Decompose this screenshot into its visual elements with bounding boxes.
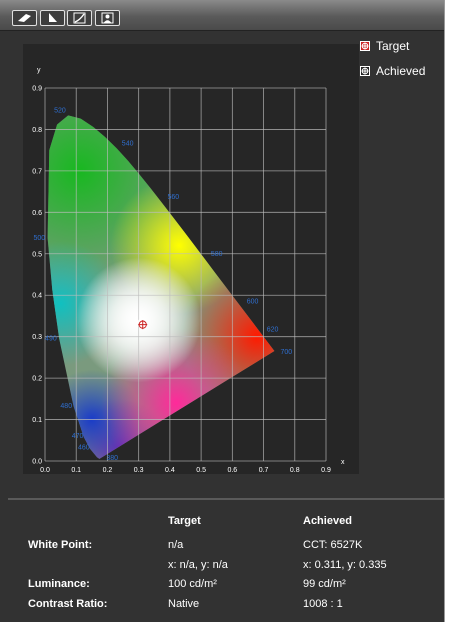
y-tick-label: 0.6 xyxy=(32,210,42,217)
eraser-tool-button[interactable] xyxy=(12,10,37,26)
legend-target: Target xyxy=(360,39,409,53)
white-point-target: n/a xyxy=(168,539,184,551)
toolbar xyxy=(0,0,444,31)
wavelength-label-490: 490 xyxy=(45,336,57,343)
y-tick-label: 0.8 xyxy=(32,127,42,134)
contrast-ratio-target: Native xyxy=(168,598,200,610)
wavelength-label-380: 380 xyxy=(106,455,118,462)
y-tick-label: 0.1 xyxy=(32,417,42,424)
row-label-white-point: White Point: xyxy=(28,539,93,551)
wavelength-label-500: 500 xyxy=(33,235,45,242)
x-tick-label: 0.7 xyxy=(259,467,269,474)
eraser-icon xyxy=(18,14,31,22)
wavelength-label-560: 560 xyxy=(167,194,179,201)
x-tick-label: 0.1 xyxy=(71,467,81,474)
y-axis-label: y xyxy=(37,67,41,74)
x-tick-label: 0.9 xyxy=(321,467,331,474)
x-tick-label: 0.4 xyxy=(165,467,175,474)
locus-white-core xyxy=(47,115,275,459)
wavelength-label-600: 600 xyxy=(247,298,259,305)
y-tick-label: 0.4 xyxy=(32,293,42,300)
contrast-ratio-achieved: 1008 : 1 xyxy=(303,598,343,610)
luminance-target: 100 cd/m² xyxy=(168,578,217,590)
x-tick-label: 0.3 xyxy=(134,467,144,474)
white-point-xy-achieved: x: 0.311, y: 0.335 xyxy=(303,559,387,571)
row-label-luminance: Luminance: xyxy=(28,578,90,590)
legend-achieved: Achieved xyxy=(360,64,425,78)
person-icon xyxy=(101,12,114,24)
wavelength-label-540: 540 xyxy=(122,141,134,148)
wavelength-label-460: 460 xyxy=(78,445,90,452)
y-tick-label: 0.7 xyxy=(32,168,42,175)
wavelength-label-520: 520 xyxy=(54,107,66,114)
curve-tool-button[interactable] xyxy=(67,10,92,26)
person-tool-button[interactable] xyxy=(95,10,120,26)
wavelength-label-480: 480 xyxy=(60,403,72,410)
wavelength-label-580: 580 xyxy=(211,251,223,258)
y-tick-label: 0.2 xyxy=(32,376,42,383)
section-divider xyxy=(8,498,444,500)
curve-icon xyxy=(73,12,86,24)
white-point-xy-target: x: n/a, y: n/a xyxy=(168,559,228,571)
x-tick-label: 0.2 xyxy=(103,467,113,474)
x-tick-label: 0.8 xyxy=(290,467,300,474)
wedge-icon xyxy=(49,13,57,22)
y-tick-label: 0.0 xyxy=(32,459,42,466)
column-header-achieved: Achieved xyxy=(303,515,352,527)
y-tick-label: 0.5 xyxy=(32,251,42,258)
chromaticity-chart: 0.0 0.1 0.2 0.3 0.4 0.5 0.6 0.7 0.8 0.9 0.0 0.1 0.2 0… xyxy=(32,67,345,474)
x-axis-label: x xyxy=(341,459,345,466)
y-tick-label: 0.9 xyxy=(32,86,42,93)
y-tick-label: 0.3 xyxy=(32,334,42,341)
spectral-locus-fill xyxy=(47,115,275,459)
x-tick-label: 0.5 xyxy=(196,467,206,474)
wavelength-label-620: 620 xyxy=(267,326,279,333)
x-tick-label: 0.6 xyxy=(227,467,237,474)
legend-achieved-label: Achieved xyxy=(376,64,426,78)
row-label-contrast-ratio: Contrast Ratio: xyxy=(28,598,108,610)
wedge-tool-button[interactable] xyxy=(40,10,65,26)
chromaticity-chart-panel: 0.0 0.1 0.2 0.3 0.4 0.5 0.6 0.7 0.8 0.9 0.0 0.1 0.2 0… xyxy=(23,44,359,474)
wavelength-label-700: 700 xyxy=(280,349,292,356)
legend-target-label: Target xyxy=(376,39,410,53)
x-tick-label: 0.0 xyxy=(40,467,50,474)
app-window: 0.0 0.1 0.2 0.3 0.4 0.5 0.6 0.7 0.8 0.9 0.0 0.1 0.2 0… xyxy=(0,0,445,622)
target-marker-icon xyxy=(360,41,370,51)
white-point-achieved: CCT: 6527K xyxy=(303,539,363,551)
achieved-marker-icon xyxy=(360,66,370,76)
column-header-target: Target xyxy=(168,515,201,527)
wavelength-label-470: 470 xyxy=(72,433,84,440)
luminance-achieved: 99 cd/m² xyxy=(303,578,346,590)
